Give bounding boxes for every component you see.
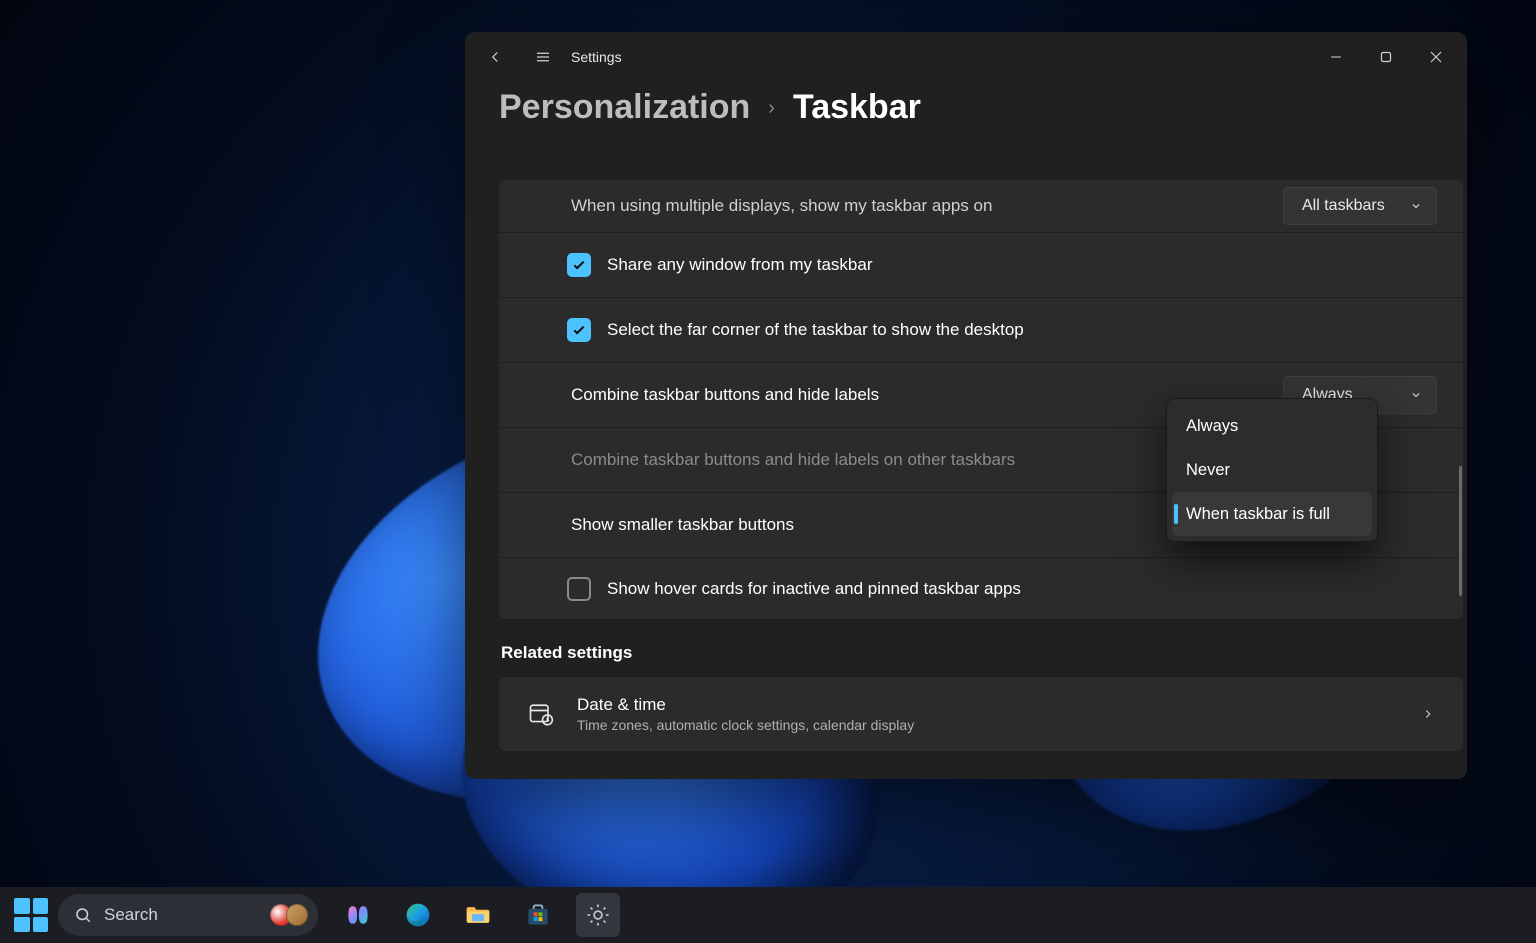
setting-hover-cards[interactable]: Show hover cards for inactive and pinned…: [499, 557, 1463, 619]
taskbar-file-explorer[interactable]: [456, 893, 500, 937]
taskbar-settings[interactable]: [576, 893, 620, 937]
combine-dropdown-menu: Always Never When taskbar is full: [1166, 398, 1378, 542]
nav-menu-button[interactable]: [519, 37, 567, 77]
checkbox-checked-icon[interactable]: [567, 318, 591, 342]
multi-display-select[interactable]: All taskbars: [1283, 187, 1437, 225]
setting-label: When using multiple displays, show my ta…: [571, 196, 1283, 216]
search-highlight-icon: [270, 904, 308, 926]
dropdown-option-never[interactable]: Never: [1172, 448, 1372, 492]
related-settings-panel: Date & time Time zones, automatic clock …: [499, 677, 1463, 751]
select-value: All taskbars: [1302, 197, 1385, 215]
chevron-right-icon: ›: [768, 97, 775, 120]
checkbox-unchecked-icon[interactable]: [567, 577, 591, 601]
settings-content: When using multiple displays, show my ta…: [499, 180, 1463, 779]
taskbar-search[interactable]: Search: [58, 894, 318, 936]
setting-label: Show hover cards for inactive and pinned…: [607, 579, 1437, 599]
related-date-time[interactable]: Date & time Time zones, automatic clock …: [499, 677, 1463, 751]
chevron-down-icon: [1410, 200, 1422, 212]
dropdown-option-always[interactable]: Always: [1172, 404, 1372, 448]
breadcrumb-parent[interactable]: Personalization: [499, 88, 750, 127]
setting-far-corner[interactable]: Select the far corner of the taskbar to …: [499, 297, 1463, 362]
setting-label: Select the far corner of the taskbar to …: [607, 320, 1437, 340]
chevron-right-icon: [1421, 707, 1435, 721]
scrollbar[interactable]: [1459, 466, 1462, 596]
dropdown-option-when-full[interactable]: When taskbar is full: [1172, 492, 1372, 536]
minimize-button[interactable]: [1311, 37, 1361, 77]
taskbar-copilot[interactable]: [336, 893, 380, 937]
related-title: Date & time: [577, 695, 914, 715]
date-time-icon: [527, 700, 555, 728]
setting-label: Share any window from my taskbar: [607, 255, 1437, 275]
checkbox-checked-icon[interactable]: [567, 253, 591, 277]
maximize-button[interactable]: [1361, 37, 1411, 77]
window-title: Settings: [571, 49, 622, 65]
titlebar: Settings: [465, 32, 1467, 82]
back-button[interactable]: [471, 37, 519, 77]
related-subtitle: Time zones, automatic clock settings, ca…: [577, 717, 914, 733]
windows-taskbar: Search: [0, 887, 1536, 943]
breadcrumb-current: Taskbar: [793, 88, 921, 127]
related-settings-heading: Related settings: [501, 643, 1463, 663]
chevron-down-icon: [1410, 389, 1422, 401]
settings-window: Settings Personalization › Taskbar When …: [465, 32, 1467, 779]
search-placeholder: Search: [104, 905, 158, 925]
taskbar-edge[interactable]: [396, 893, 440, 937]
close-button[interactable]: [1411, 37, 1461, 77]
setting-multi-display: When using multiple displays, show my ta…: [499, 180, 1463, 232]
taskbar-microsoft-store[interactable]: [516, 893, 560, 937]
breadcrumb: Personalization › Taskbar: [465, 82, 1467, 145]
setting-share-window[interactable]: Share any window from my taskbar: [499, 232, 1463, 297]
start-button[interactable]: [14, 898, 48, 932]
search-icon: [74, 906, 92, 924]
